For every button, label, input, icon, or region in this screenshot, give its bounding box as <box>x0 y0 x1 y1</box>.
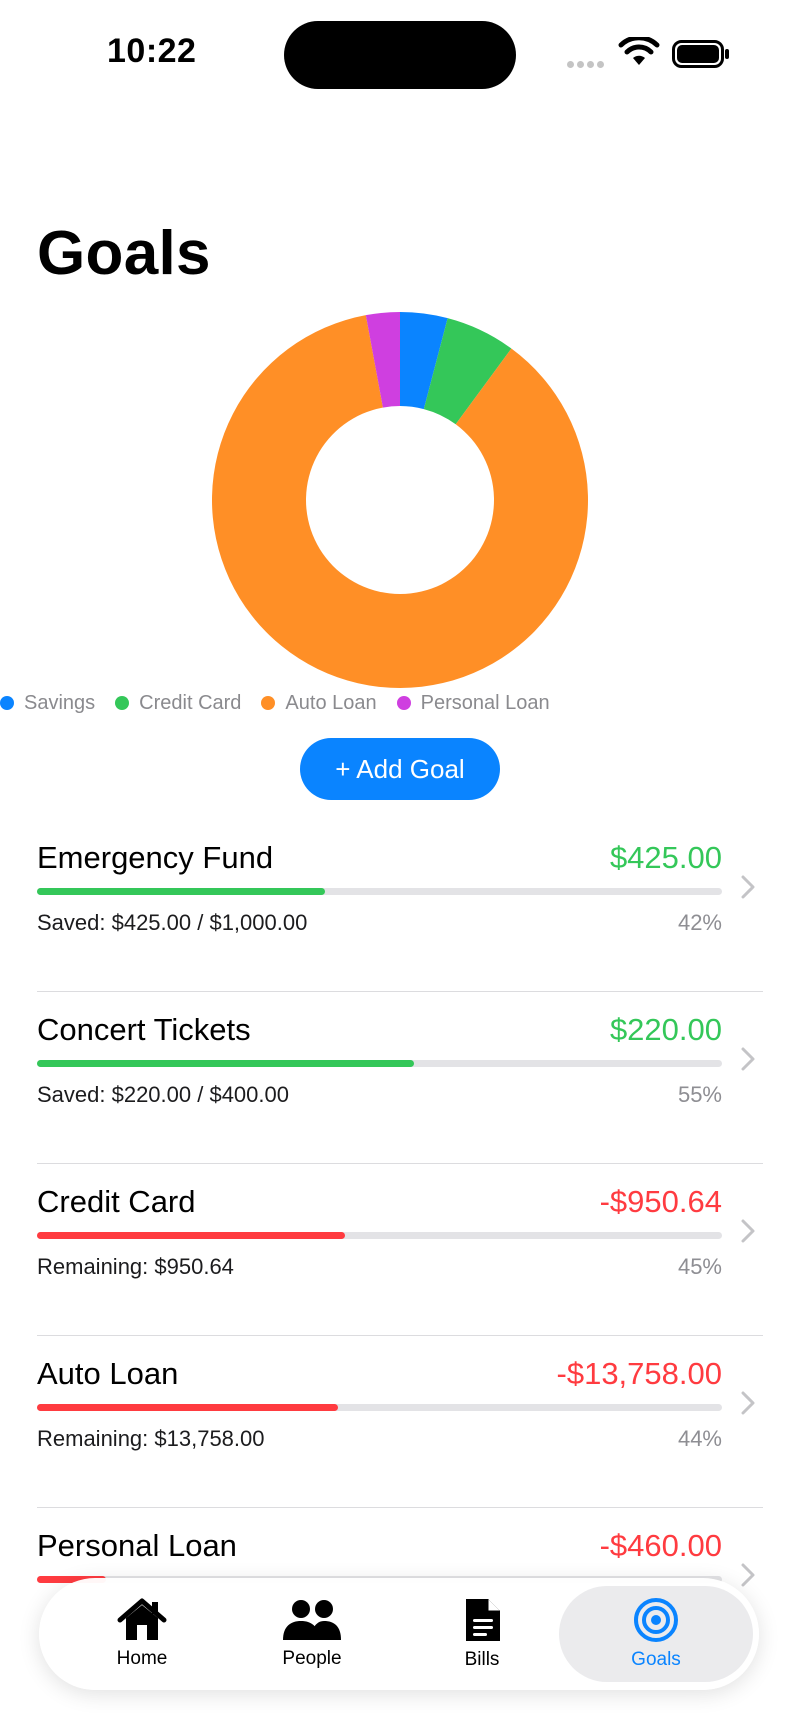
goal-progress-track <box>37 1232 722 1239</box>
legend-dot <box>396 696 411 710</box>
battery-icon <box>672 40 729 68</box>
legend-dot <box>115 696 130 710</box>
goal-progress-fill <box>37 1404 339 1411</box>
legend-label: Credit Card <box>139 691 242 714</box>
goal-detail: Saved: $425.00 / $1,000.00 <box>37 910 308 935</box>
goal-percent: 55% <box>677 1082 722 1107</box>
tab-label: Bills <box>464 1649 500 1670</box>
goal-progress-track <box>37 1060 722 1067</box>
tab-bills[interactable]: Bills <box>397 1586 567 1682</box>
tab-bar: Home People Bills Goals <box>39 1578 759 1690</box>
status-time: 10:22 <box>107 32 197 70</box>
tab-goals[interactable]: Goals <box>559 1586 753 1682</box>
goal-name: Personal Loan <box>37 1528 237 1563</box>
tab-label: Home <box>116 1648 168 1669</box>
chevron-right-icon <box>741 1047 755 1071</box>
chevron-right-icon <box>741 1563 755 1587</box>
legend-item-personal-loan: Personal Loan <box>396 691 550 715</box>
tab-label: People <box>282 1648 342 1669</box>
legend-label: Personal Loan <box>420 691 550 714</box>
legend-dot <box>0 696 14 710</box>
goal-name: Auto Loan <box>37 1356 179 1391</box>
goal-row-auto-loan[interactable]: Auto Loan -$13,758.00 Remaining: $13,758… <box>0 1336 800 1508</box>
legend-item-savings: Savings <box>0 692 95 715</box>
goal-progress-fill <box>37 1232 346 1239</box>
goal-row-credit-card[interactable]: Credit Card -$950.64 Remaining: $950.64 … <box>0 1164 800 1336</box>
legend-dot <box>261 696 276 710</box>
legend-label: Auto Loan <box>285 691 377 714</box>
goal-amount: $425.00 <box>609 840 722 875</box>
goal-progress-fill <box>37 1060 414 1067</box>
goal-percent: 45% <box>677 1254 722 1279</box>
goal-progress-track <box>37 888 722 895</box>
wifi-icon <box>618 37 660 65</box>
goals-donut-chart <box>212 312 588 688</box>
dynamic-island <box>284 21 516 89</box>
chart-legend: Savings Credit Card Auto Loan Personal Loan <box>0 688 570 718</box>
tab-home[interactable]: Home <box>57 1586 227 1682</box>
goal-amount: -$13,758.00 <box>556 1356 722 1391</box>
goal-amount: $220.00 <box>609 1012 722 1047</box>
goal-row-emergency-fund[interactable]: Emergency Fund $425.00 Saved: $425.00 / … <box>0 820 800 992</box>
chevron-right-icon <box>741 875 755 899</box>
goal-row-concert-tickets[interactable]: Concert Tickets $220.00 Saved: $220.00 /… <box>0 992 800 1164</box>
house-icon <box>117 1598 167 1640</box>
goal-name: Emergency Fund <box>37 840 274 875</box>
legend-item-credit-card: Credit Card <box>115 692 241 715</box>
page-title: Goals <box>37 219 211 288</box>
goal-name: Credit Card <box>37 1184 196 1219</box>
chevron-right-icon <box>741 1219 755 1243</box>
target-icon <box>634 1598 678 1642</box>
tab-people[interactable]: People <box>227 1586 397 1682</box>
people-icon <box>283 1600 341 1640</box>
goal-progress-track <box>37 1404 722 1411</box>
goal-percent: 42% <box>677 910 722 935</box>
legend-item-auto-loan: Auto Loan <box>261 691 377 715</box>
document-icon <box>466 1599 500 1641</box>
legend-label: Savings <box>24 691 96 714</box>
goal-name: Concert Tickets <box>37 1012 251 1047</box>
tab-label: Goals <box>631 1649 681 1670</box>
goal-detail: Remaining: $950.64 <box>37 1254 234 1279</box>
goal-amount: -$950.64 <box>599 1184 722 1219</box>
goal-percent: 44% <box>677 1426 722 1451</box>
status-bar: 10:22 <box>0 0 800 110</box>
chevron-right-icon <box>741 1391 755 1415</box>
goal-amount: -$460.00 <box>599 1528 722 1563</box>
cellular-signal-icon <box>567 55 607 73</box>
goal-detail: Saved: $220.00 / $400.00 <box>37 1082 289 1107</box>
goal-list: Emergency Fund $425.00 Saved: $425.00 / … <box>0 820 800 1680</box>
add-goal-button[interactable]: + Add Goal <box>300 738 500 800</box>
goal-detail: Remaining: $13,758.00 <box>37 1426 265 1451</box>
goal-progress-fill <box>37 888 325 895</box>
